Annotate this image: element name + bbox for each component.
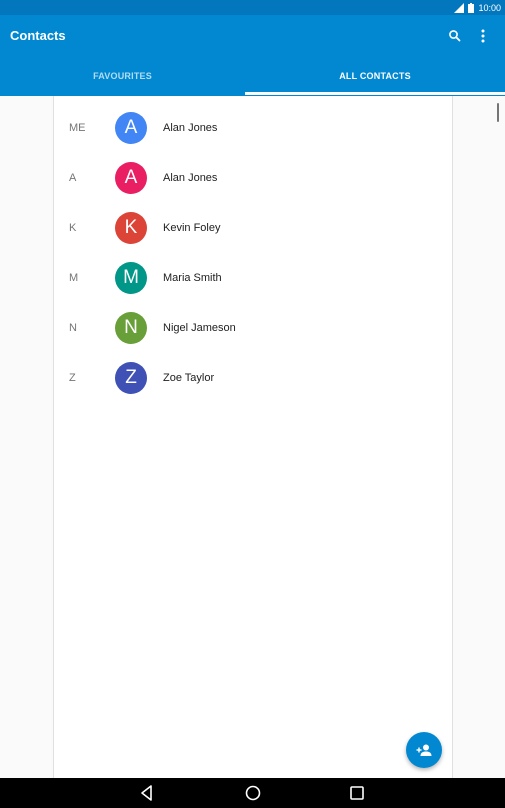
avatar: A: [115, 162, 147, 194]
contact-row[interactable]: K K Kevin Foley: [54, 203, 452, 253]
status-bar: 10:00: [0, 0, 505, 15]
more-options-button[interactable]: [476, 27, 490, 45]
app-bar: Contacts FAVOURITES ALL CONTACTS: [0, 15, 505, 96]
recents-button[interactable]: [348, 784, 366, 802]
recents-icon: [350, 786, 364, 800]
avatar: A: [115, 112, 147, 144]
contact-name: Alan Jones: [163, 172, 218, 184]
contact-name: Maria Smith: [163, 272, 222, 284]
section-header: N: [69, 322, 77, 334]
avatar: N: [115, 312, 147, 344]
search-icon: [449, 30, 461, 42]
contact-row[interactable]: M M Maria Smith: [54, 253, 452, 303]
tab-all-contacts[interactable]: ALL CONTACTS: [245, 60, 505, 96]
battery-icon: [468, 2, 475, 13]
contact-row[interactable]: Z Z Zoe Taylor: [54, 353, 452, 403]
contact-list: ME A Alan Jones A A Alan Jones K K Kevin…: [53, 96, 453, 778]
status-time: 10:00: [478, 2, 501, 13]
contact-row[interactable]: N N Nigel Jameson: [54, 303, 452, 353]
app-title: Contacts: [10, 28, 66, 43]
home-button[interactable]: [244, 784, 262, 802]
avatar: M: [115, 262, 147, 294]
section-header: ME: [69, 122, 86, 134]
status-icons: 10:00: [454, 0, 501, 15]
contact-name: Kevin Foley: [163, 222, 221, 234]
contact-row-me[interactable]: ME A Alan Jones: [54, 103, 452, 153]
back-button[interactable]: [138, 784, 156, 802]
home-icon: [245, 785, 261, 801]
contact-name: Nigel Jameson: [163, 322, 236, 334]
section-header: M: [69, 272, 79, 284]
tab-indicator: [245, 92, 505, 95]
section-header: A: [69, 172, 77, 184]
contact-name: Alan Jones: [163, 122, 218, 134]
search-button[interactable]: [446, 27, 464, 45]
navigation-bar: [0, 778, 505, 808]
contact-name: Zoe Taylor: [163, 372, 215, 384]
section-header: K: [69, 222, 77, 234]
avatar: K: [115, 212, 147, 244]
signal-icon: [454, 2, 465, 13]
avatar: Z: [115, 362, 147, 394]
add-person-icon: [416, 744, 432, 756]
tab-favourites[interactable]: FAVOURITES: [0, 60, 245, 96]
section-header: Z: [69, 372, 76, 384]
scrollbar[interactable]: [497, 103, 499, 122]
more-vert-icon: [481, 29, 485, 43]
back-icon: [141, 785, 152, 801]
add-contact-button[interactable]: [406, 732, 442, 768]
contact-row[interactable]: A A Alan Jones: [54, 153, 452, 203]
